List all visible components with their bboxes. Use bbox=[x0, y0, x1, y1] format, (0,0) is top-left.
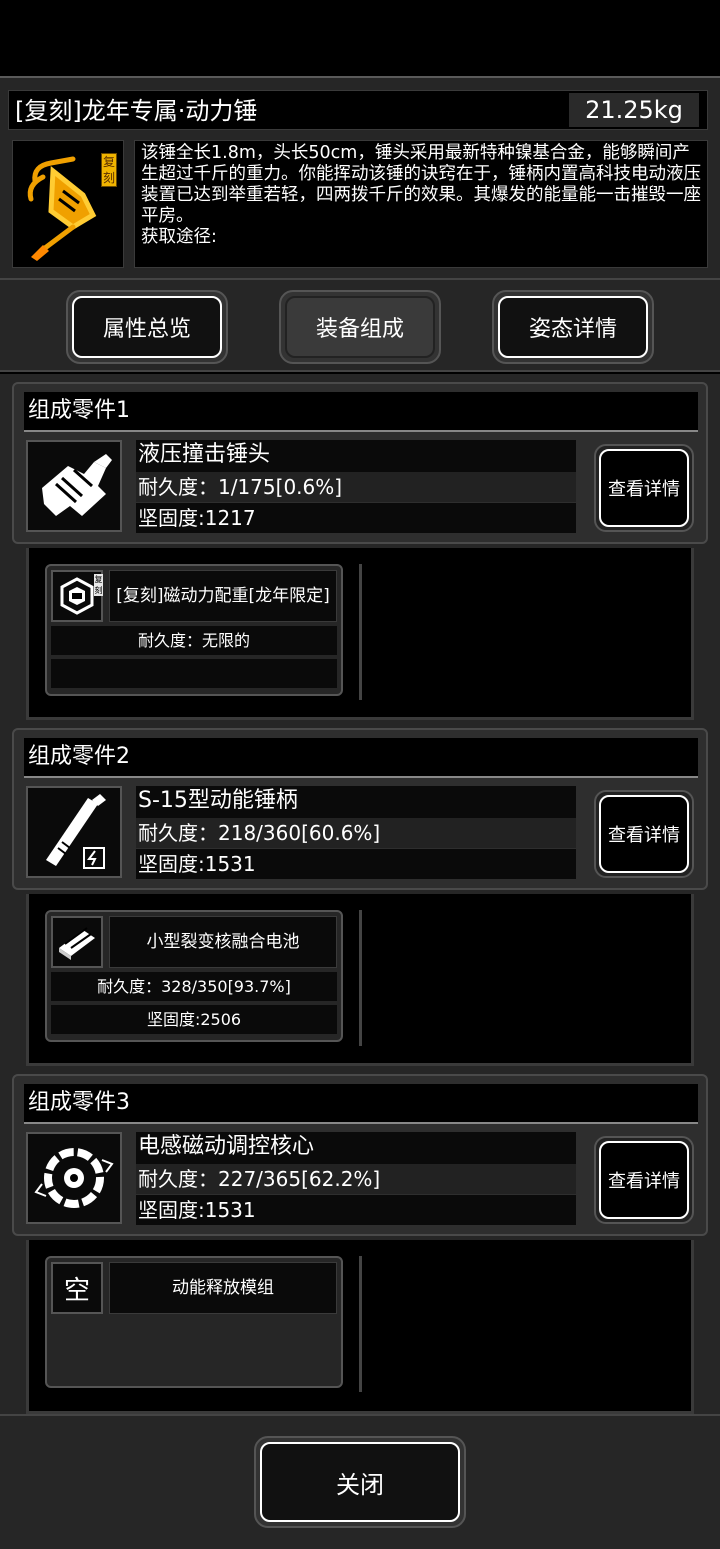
part-hardness: 坚固度:1217 bbox=[136, 503, 576, 533]
part-section-title: 组成零件2 bbox=[24, 738, 698, 778]
sub-hardness: 坚固度:2506 bbox=[51, 1005, 337, 1034]
tab-bar: 属性总览 装备组成 姿态详情 bbox=[0, 278, 720, 372]
replica-badge-text: 复刻 bbox=[102, 155, 115, 185]
part-icon-frame bbox=[26, 1132, 122, 1224]
part-durability: 耐久度：218/360[60.6%] bbox=[136, 818, 576, 848]
item-weight: 21.25kg bbox=[585, 96, 683, 124]
tab-attribute-overview-label: 属性总览 bbox=[72, 296, 222, 358]
part-card-1: 组成零件1 液压撞击锤头 耐久度：1/175[0.6%] 坚固度:1217 查看… bbox=[12, 382, 708, 544]
item-weight-box: 21.25kg bbox=[569, 93, 699, 127]
slot-divider bbox=[359, 910, 362, 1046]
sub-durability: 耐久度：无限的 bbox=[51, 626, 337, 655]
view-details-button-1[interactable]: 查看详情 bbox=[594, 444, 694, 532]
part-name: 电感磁动调控核心 bbox=[136, 1132, 576, 1164]
item-title-bar: [复刻]龙年专属·动力锤 21.25kg bbox=[8, 90, 708, 130]
tab-equipment-composition-label: 装备组成 bbox=[285, 296, 435, 358]
item-icon-frame: 复刻 bbox=[12, 140, 124, 268]
slot-divider bbox=[359, 564, 362, 700]
part-section-title: 组成零件1 bbox=[24, 392, 698, 432]
tab-stance-details-label: 姿态详情 bbox=[498, 296, 648, 358]
empty-slot-label: 空 bbox=[63, 1275, 90, 1306]
sub-slot-1[interactable]: 复刻 [复刻]磁动力配重[龙年限定] 耐久度：无限的 bbox=[45, 564, 343, 696]
view-details-button-3[interactable]: 查看详情 bbox=[594, 1136, 694, 1224]
replica-badge: 复刻 bbox=[101, 153, 117, 187]
part-name: 液压撞击锤头 bbox=[136, 440, 576, 472]
sub-hardness bbox=[51, 659, 337, 688]
empty-slot-box: 空 bbox=[51, 1262, 103, 1314]
sub-slot-3[interactable]: 空 动能释放模组 bbox=[45, 1256, 343, 1388]
part-durability: 耐久度：227/365[62.2%] bbox=[136, 1164, 576, 1194]
slot-divider bbox=[359, 1256, 362, 1392]
sub-item-name: 动能释放模组 bbox=[109, 1262, 337, 1314]
magnetic-weight-icon bbox=[60, 577, 94, 615]
item-description-box: 该锤全长1.8m，头长50cm，锤头采用最新特种镍基合金，能够瞬间产生超过千斤的… bbox=[134, 140, 708, 268]
part-name: S-15型动能锤柄 bbox=[136, 786, 576, 818]
sub-slot-2[interactable]: 小型裂变核融合电池 耐久度：328/350[93.7%] 坚固度:2506 bbox=[45, 910, 343, 1042]
item-description: 该锤全长1.8m，头长50cm，锤头采用最新特种镍基合金，能够瞬间产生超过千斤的… bbox=[141, 143, 701, 226]
tab-stance-details[interactable]: 姿态详情 bbox=[492, 290, 654, 364]
view-details-label: 查看详情 bbox=[599, 795, 689, 873]
close-button[interactable]: 关闭 bbox=[254, 1436, 466, 1528]
view-details-label: 查看详情 bbox=[599, 449, 689, 527]
sub-item-name: [复刻]磁动力配重[龙年限定] bbox=[109, 570, 337, 622]
footer-bar: 关闭 bbox=[0, 1414, 720, 1549]
sub-durability: 耐久度：328/350[93.7%] bbox=[51, 972, 337, 1001]
part-durability: 耐久度：1/175[0.6%] bbox=[136, 472, 576, 502]
view-details-label: 查看详情 bbox=[599, 1141, 689, 1219]
part-card-3: 组成零件3 电感磁动调控核心 耐久度：227/365[62.2%] 坚固度:15… bbox=[12, 1074, 708, 1236]
parts-scroll-area[interactable]: 组成零件1 液压撞击锤头 耐久度：1/175[0.6%] 坚固度:1217 查看… bbox=[0, 374, 720, 1414]
sub-icon-frame: 复刻 bbox=[51, 570, 103, 622]
part-sub-area-2: 小型裂变核融合电池 耐久度：328/350[93.7%] 坚固度:2506 bbox=[26, 894, 694, 1066]
sub-replica-badge: 复刻 bbox=[94, 574, 103, 596]
item-header-panel: [复刻]龙年专属·动力锤 21.25kg 复刻 该锤全长1.8m，头长50cm，… bbox=[0, 76, 720, 278]
tab-equipment-composition[interactable]: 装备组成 bbox=[279, 290, 441, 364]
sub-replica-badge-text: 复刻 bbox=[94, 575, 103, 595]
sub-icon-frame bbox=[51, 916, 103, 968]
item-name: [复刻]龙年专属·动力锤 bbox=[15, 97, 258, 125]
part-icon-frame bbox=[26, 786, 122, 878]
tab-attribute-overview[interactable]: 属性总览 bbox=[66, 290, 228, 364]
hammer-head-icon bbox=[42, 454, 112, 516]
item-source: 获取途径: bbox=[141, 227, 217, 247]
part-sub-area-3: 空 动能释放模组 bbox=[26, 1240, 694, 1414]
part-card-2: 组成零件2 S-15型动能锤柄 耐久度：218/360[60.6%] 坚固度:1… bbox=[12, 728, 708, 890]
battery-icon bbox=[59, 927, 95, 960]
close-button-label: 关闭 bbox=[260, 1442, 460, 1522]
part-icon-frame bbox=[26, 440, 122, 532]
part-hardness: 坚固度:1531 bbox=[136, 849, 576, 879]
part-section-title: 组成零件3 bbox=[24, 1084, 698, 1124]
sub-item-name: 小型裂变核融合电池 bbox=[109, 916, 337, 968]
view-details-button-2[interactable]: 查看详情 bbox=[594, 790, 694, 878]
part-sub-area-1: 复刻 [复刻]磁动力配重[龙年限定] 耐久度：无限的 bbox=[26, 548, 694, 720]
hammer-handle-icon bbox=[46, 794, 106, 869]
part-hardness: 坚固度:1531 bbox=[136, 1195, 576, 1225]
gear-core-icon bbox=[34, 1148, 114, 1208]
